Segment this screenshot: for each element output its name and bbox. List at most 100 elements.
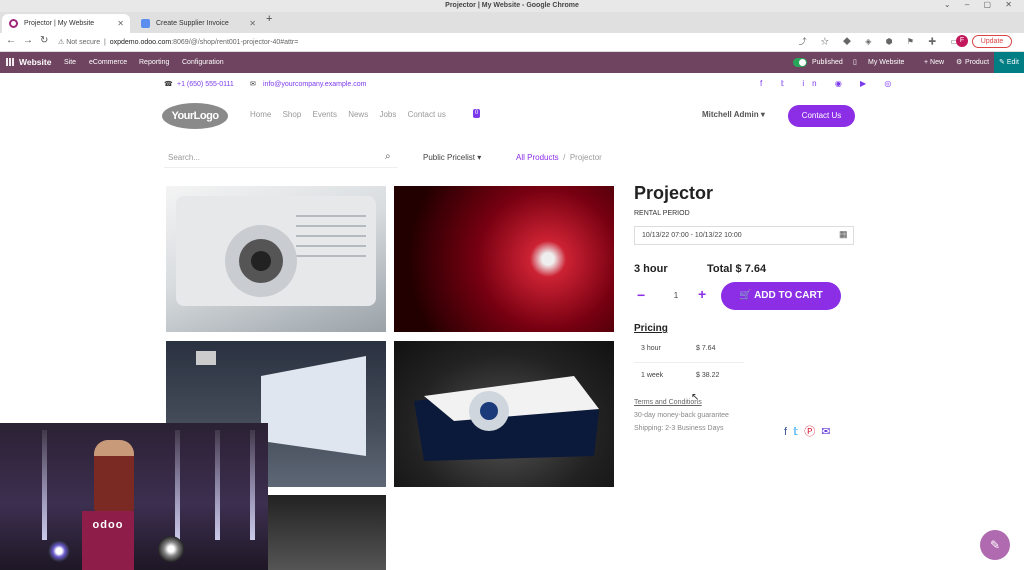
- mobile-preview-icon[interactable]: ▯: [853, 52, 857, 73]
- my-website-menu[interactable]: My Website: [868, 52, 904, 73]
- stage-light: [250, 430, 255, 540]
- lectern-logo: odoo: [92, 519, 124, 531]
- security-label: Not secure: [66, 39, 101, 46]
- decrease-quantity-button[interactable]: −: [637, 287, 645, 303]
- tab-projector[interactable]: Projector | My Website ✕: [2, 14, 130, 33]
- nav-news[interactable]: News: [348, 110, 368, 119]
- window-title: Projector | My Website - Google Chrome: [0, 0, 1024, 12]
- nav-shop[interactable]: Shop: [283, 110, 302, 119]
- calendar-icon[interactable]: ▦: [839, 229, 848, 240]
- window-controls[interactable]: ⌄ – ▢ ✕: [944, 0, 1018, 9]
- product-image-1[interactable]: [166, 186, 386, 332]
- app-brand[interactable]: Website: [19, 52, 51, 73]
- product-image-2[interactable]: [394, 186, 614, 332]
- projector-illustration: [176, 196, 376, 306]
- quantity-input[interactable]: 1: [660, 285, 692, 307]
- product-image-5[interactable]: [266, 495, 386, 570]
- search-input[interactable]: Search...: [164, 148, 398, 168]
- site-logo[interactable]: YourLogo: [162, 103, 228, 129]
- contact-us-button[interactable]: Contact Us: [788, 105, 855, 127]
- menu-ecommerce[interactable]: eCommerce: [89, 52, 127, 73]
- pricing-period: 3 hour: [641, 345, 661, 352]
- tab-label: Projector | My Website: [24, 20, 95, 27]
- facebook-icon[interactable]: f: [784, 426, 793, 438]
- pricing-heading: Pricing: [634, 323, 668, 334]
- lectern: odoo: [82, 511, 134, 570]
- search-icon[interactable]: ⌕: [385, 151, 391, 162]
- nav-jobs[interactable]: Jobs: [379, 110, 396, 119]
- extension-icons[interactable]: ⤴ ☆ ◆ ◈ ⬢ ⚑ ✚ ▭: [799, 36, 964, 47]
- breadcrumb-current: Projector: [569, 153, 602, 162]
- product-menu[interactable]: Product: [965, 52, 989, 73]
- pencil-icon: ✎: [999, 59, 1005, 66]
- breadcrumb: All Products / Projector: [516, 153, 602, 162]
- close-tab-icon[interactable]: ✕: [249, 14, 256, 33]
- url-domain: oxpdemo.odoo.com: [109, 39, 172, 46]
- mouse-cursor: ↖: [691, 392, 700, 403]
- apps-menu-icon[interactable]: [6, 58, 14, 66]
- new-content-button[interactable]: + New: [924, 52, 944, 73]
- twitter-icon[interactable]: 𝕥: [793, 426, 804, 438]
- user-menu[interactable]: Mitchell Admin ▾: [702, 110, 765, 119]
- guarantee-text: 30-day money-back guarantee: [634, 412, 729, 419]
- product-title: Projector: [634, 183, 714, 203]
- rental-duration: 3 hour: [634, 263, 668, 275]
- menu-configuration[interactable]: Configuration: [182, 52, 224, 73]
- stage-spotlight: [48, 540, 70, 562]
- increase-quantity-button[interactable]: +: [698, 286, 706, 302]
- nav-contact-us[interactable]: Contact us: [408, 110, 446, 119]
- odoo-admin-bar: Website Site eCommerce Reporting Configu…: [0, 52, 1024, 73]
- email-share-icon[interactable]: ✉: [821, 426, 836, 438]
- tab-supplier-invoice[interactable]: Create Supplier Invoice ✕: [134, 14, 262, 33]
- shipping-text: Shipping: 2-3 Business Days: [634, 425, 724, 432]
- phone-icon: ☎: [164, 81, 173, 88]
- address-bar: ← → ↻ ⚠ Not secure | oxpdemo.odoo.com:80…: [0, 33, 1024, 52]
- tab-label: Create Supplier Invoice: [156, 20, 229, 27]
- phone-link[interactable]: +1 (650) 555-0111: [177, 81, 234, 88]
- presenter: [94, 440, 134, 512]
- pricing-price: $ 38.22: [696, 372, 720, 379]
- cart-count-badge[interactable]: 0: [473, 109, 480, 118]
- reload-icon[interactable]: ↻: [40, 35, 48, 46]
- add-to-cart-button[interactable]: 🛒 ADD TO CART: [721, 282, 841, 310]
- forward-icon[interactable]: →: [23, 35, 33, 46]
- url-field[interactable]: ⚠ Not secure | oxpdemo.odoo.com:8069/@/s…: [58, 35, 818, 50]
- stage-spotlight: [158, 536, 184, 562]
- edit-label: Edit: [1006, 59, 1019, 66]
- gear-icon: ⚙: [956, 59, 963, 66]
- breadcrumb-all-products[interactable]: All Products: [516, 153, 559, 162]
- profile-avatar[interactable]: F: [956, 35, 968, 47]
- odoo-favicon-icon: [9, 19, 18, 28]
- main-nav: Home Shop Events News Jobs Contact us: [250, 110, 455, 119]
- projector-illustration: [414, 376, 599, 461]
- tab-bar: Projector | My Website ✕ Create Supplier…: [0, 12, 1024, 33]
- product-image-4[interactable]: [394, 341, 614, 487]
- email-link[interactable]: info@yourcompany.example.com: [263, 81, 366, 88]
- nav-home[interactable]: Home: [250, 110, 271, 119]
- published-toggle[interactable]: [793, 58, 807, 67]
- url-path: :8069/@/shop/rent001-projector-40#attr=: [171, 39, 299, 46]
- pinterest-icon[interactable]: Ⓟ: [804, 426, 821, 438]
- menu-site[interactable]: Site: [64, 52, 76, 73]
- add-to-cart-label: ADD TO CART: [754, 290, 823, 301]
- pricelist-dropdown[interactable]: Public Pricelist ▾: [423, 153, 481, 162]
- close-tab-icon[interactable]: ✕: [117, 14, 124, 33]
- cart-icon: 🛒: [739, 290, 752, 301]
- new-tab-icon[interactable]: +: [266, 13, 272, 25]
- rental-total: Total $ 7.64: [707, 263, 767, 275]
- back-icon[interactable]: ←: [6, 35, 16, 46]
- chat-bubble-icon[interactable]: ✎: [980, 530, 1010, 560]
- published-label: Published: [812, 59, 843, 66]
- nav-events[interactable]: Events: [313, 110, 337, 119]
- pricing-price: $ 7.64: [696, 345, 716, 352]
- menu-reporting[interactable]: Reporting: [139, 52, 169, 73]
- page-favicon-icon: [141, 19, 150, 28]
- edit-button[interactable]: ✎ Edit: [994, 52, 1024, 73]
- pricing-row: 3 hour $ 7.64: [634, 336, 744, 362]
- rental-period-input[interactable]: 10/13/22 07:00 - 10/13/22 10:00: [634, 226, 854, 245]
- update-button[interactable]: Update: [972, 35, 1012, 48]
- social-links[interactable]: f 𝕥 in ◉ ▶ ◎: [760, 79, 899, 88]
- share-buttons: f𝕥Ⓟ✉: [784, 423, 836, 439]
- envelope-icon: ✉: [250, 81, 256, 88]
- stage-light: [215, 430, 220, 540]
